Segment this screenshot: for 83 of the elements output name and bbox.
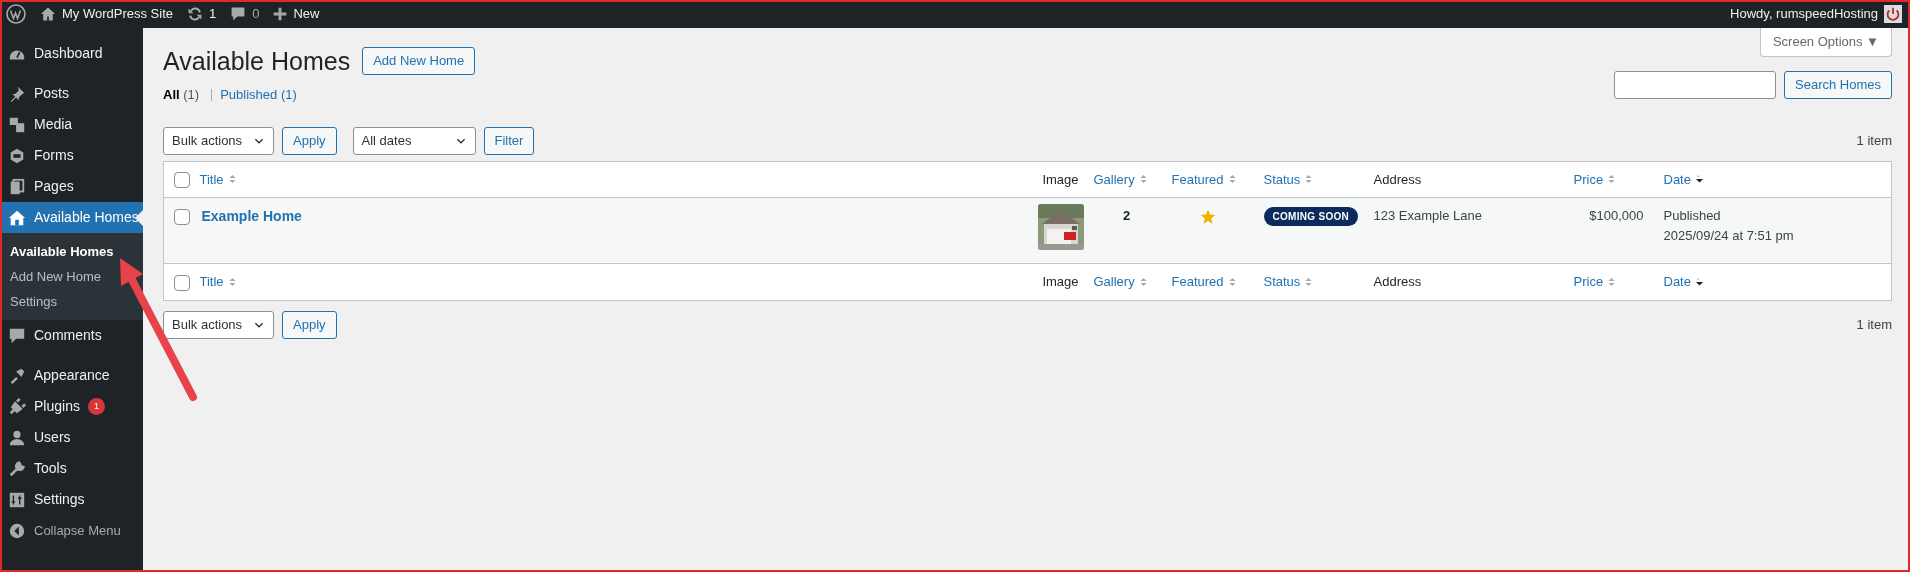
notification-badge: 1 bbox=[87, 398, 105, 415]
sidebar-item[interactable]: Dashboard bbox=[0, 38, 143, 69]
pin-icon bbox=[8, 84, 26, 103]
screen-options-button[interactable]: Screen Options ▼ bbox=[1759, 28, 1892, 57]
apply-button[interactable]: Apply bbox=[282, 126, 337, 155]
search-button[interactable]: Search Homes bbox=[1784, 71, 1892, 99]
date-text: 2025/09/24 at 7:51 pm bbox=[1663, 226, 1795, 245]
speech-bubble-icon bbox=[8, 326, 26, 345]
column-header: Address bbox=[1373, 171, 1422, 187]
column-header: Image bbox=[1042, 274, 1079, 289]
column-header-link[interactable]: Gallery bbox=[1093, 272, 1148, 292]
houses-icon bbox=[8, 208, 26, 227]
view-filter-link[interactable]: All (1) bbox=[163, 85, 200, 105]
row-checkbox[interactable] bbox=[174, 208, 190, 225]
price-text: $100,000 bbox=[1589, 208, 1644, 223]
sliders-icon bbox=[8, 490, 26, 509]
sidebar-item[interactable]: Available Homes bbox=[0, 202, 143, 233]
address-text: 123 Example Lane bbox=[1373, 208, 1482, 223]
select-all-checkbox[interactable] bbox=[174, 274, 190, 291]
submenu-item[interactable]: Add New Home bbox=[0, 264, 102, 289]
sidebar-item[interactable]: Pages bbox=[0, 171, 143, 202]
home-icon[interactable] bbox=[40, 6, 56, 22]
column-header-link[interactable]: Price bbox=[1573, 272, 1617, 292]
item-count: 1 item bbox=[1856, 315, 1892, 334]
column-header-link[interactable]: Gallery bbox=[1093, 169, 1148, 189]
bulk-actions-dropdown[interactable]: Bulk actions bbox=[163, 310, 274, 339]
column-header: Image bbox=[1042, 171, 1079, 187]
media-icon bbox=[8, 115, 26, 134]
star-icon[interactable] bbox=[1199, 208, 1216, 225]
date-filter-dropdown[interactable]: All dates bbox=[352, 126, 476, 155]
sidebar-item[interactable]: Settings bbox=[0, 484, 143, 515]
view-filter-link[interactable]: Published (1) bbox=[220, 85, 297, 105]
column-header-link[interactable]: Featured bbox=[1171, 272, 1237, 292]
sidebar-item[interactable]: Forms bbox=[0, 140, 143, 171]
column-header-link[interactable]: Featured bbox=[1171, 169, 1237, 189]
update-count[interactable]: 1 bbox=[209, 4, 217, 24]
form-icon bbox=[8, 146, 26, 165]
sidebar-item[interactable]: Media bbox=[0, 109, 143, 140]
page-title: Available Homes bbox=[163, 46, 351, 76]
wordpress-logo-icon[interactable] bbox=[6, 4, 26, 24]
bulk-actions-dropdown[interactable]: Bulk actions bbox=[163, 126, 274, 155]
sidebar-item[interactable]: Comments bbox=[0, 320, 143, 351]
site-name-link[interactable]: My WordPress Site bbox=[62, 4, 173, 24]
collapse-icon bbox=[8, 521, 26, 540]
sidebar-item[interactable]: Posts bbox=[0, 78, 143, 109]
brush-icon bbox=[8, 366, 26, 385]
submenu-item[interactable]: Available Homes bbox=[0, 239, 114, 264]
refresh-icon[interactable] bbox=[187, 6, 203, 22]
plus-icon[interactable] bbox=[273, 7, 288, 21]
home-title-link[interactable]: Example Home bbox=[201, 208, 302, 224]
column-header-link[interactable]: Title bbox=[199, 272, 237, 292]
power-icon[interactable] bbox=[1884, 5, 1902, 23]
date-status: Published bbox=[1663, 207, 1722, 225]
new-link[interactable]: New bbox=[293, 4, 320, 24]
sidebar-item[interactable]: Users bbox=[0, 422, 143, 453]
column-header-link[interactable]: Date bbox=[1663, 169, 1704, 189]
view-separator bbox=[211, 88, 213, 101]
search-field[interactable] bbox=[1614, 71, 1776, 99]
gallery-count: 2 bbox=[1122, 208, 1131, 223]
sidebar-item[interactable]: Collapse Menu bbox=[0, 515, 143, 546]
sidebar-item[interactable]: Tools bbox=[0, 453, 143, 484]
greeting-link[interactable]: Howdy, rumspeedHosting bbox=[1730, 4, 1878, 24]
plug-icon bbox=[8, 397, 26, 416]
comment-count[interactable]: 0 bbox=[252, 4, 260, 24]
column-header-link[interactable]: Status bbox=[1263, 169, 1314, 189]
apply-button[interactable]: Apply bbox=[282, 310, 337, 339]
add-new-button[interactable]: Add New Home bbox=[362, 47, 476, 75]
status-badge: COMING SOON bbox=[1263, 207, 1359, 226]
speech-bubble-icon[interactable] bbox=[230, 6, 247, 22]
sidebar-item[interactable]: Plugins 1 bbox=[0, 391, 143, 422]
sidebar-item[interactable]: Appearance bbox=[0, 360, 143, 391]
wrench-icon bbox=[8, 459, 26, 478]
submenu-item[interactable]: Settings bbox=[0, 289, 57, 314]
column-header: Address bbox=[1373, 274, 1422, 289]
item-count: 1 item bbox=[1856, 131, 1892, 150]
filter-button[interactable]: Filter bbox=[483, 126, 535, 155]
user-icon bbox=[8, 428, 26, 447]
select-all-checkbox[interactable] bbox=[174, 172, 190, 189]
column-header-link[interactable]: Date bbox=[1663, 272, 1704, 292]
column-header-link[interactable]: Status bbox=[1263, 272, 1314, 292]
column-header-link[interactable]: Price bbox=[1573, 169, 1617, 189]
pages-icon bbox=[8, 177, 26, 196]
column-header-link[interactable]: Title bbox=[199, 169, 237, 189]
